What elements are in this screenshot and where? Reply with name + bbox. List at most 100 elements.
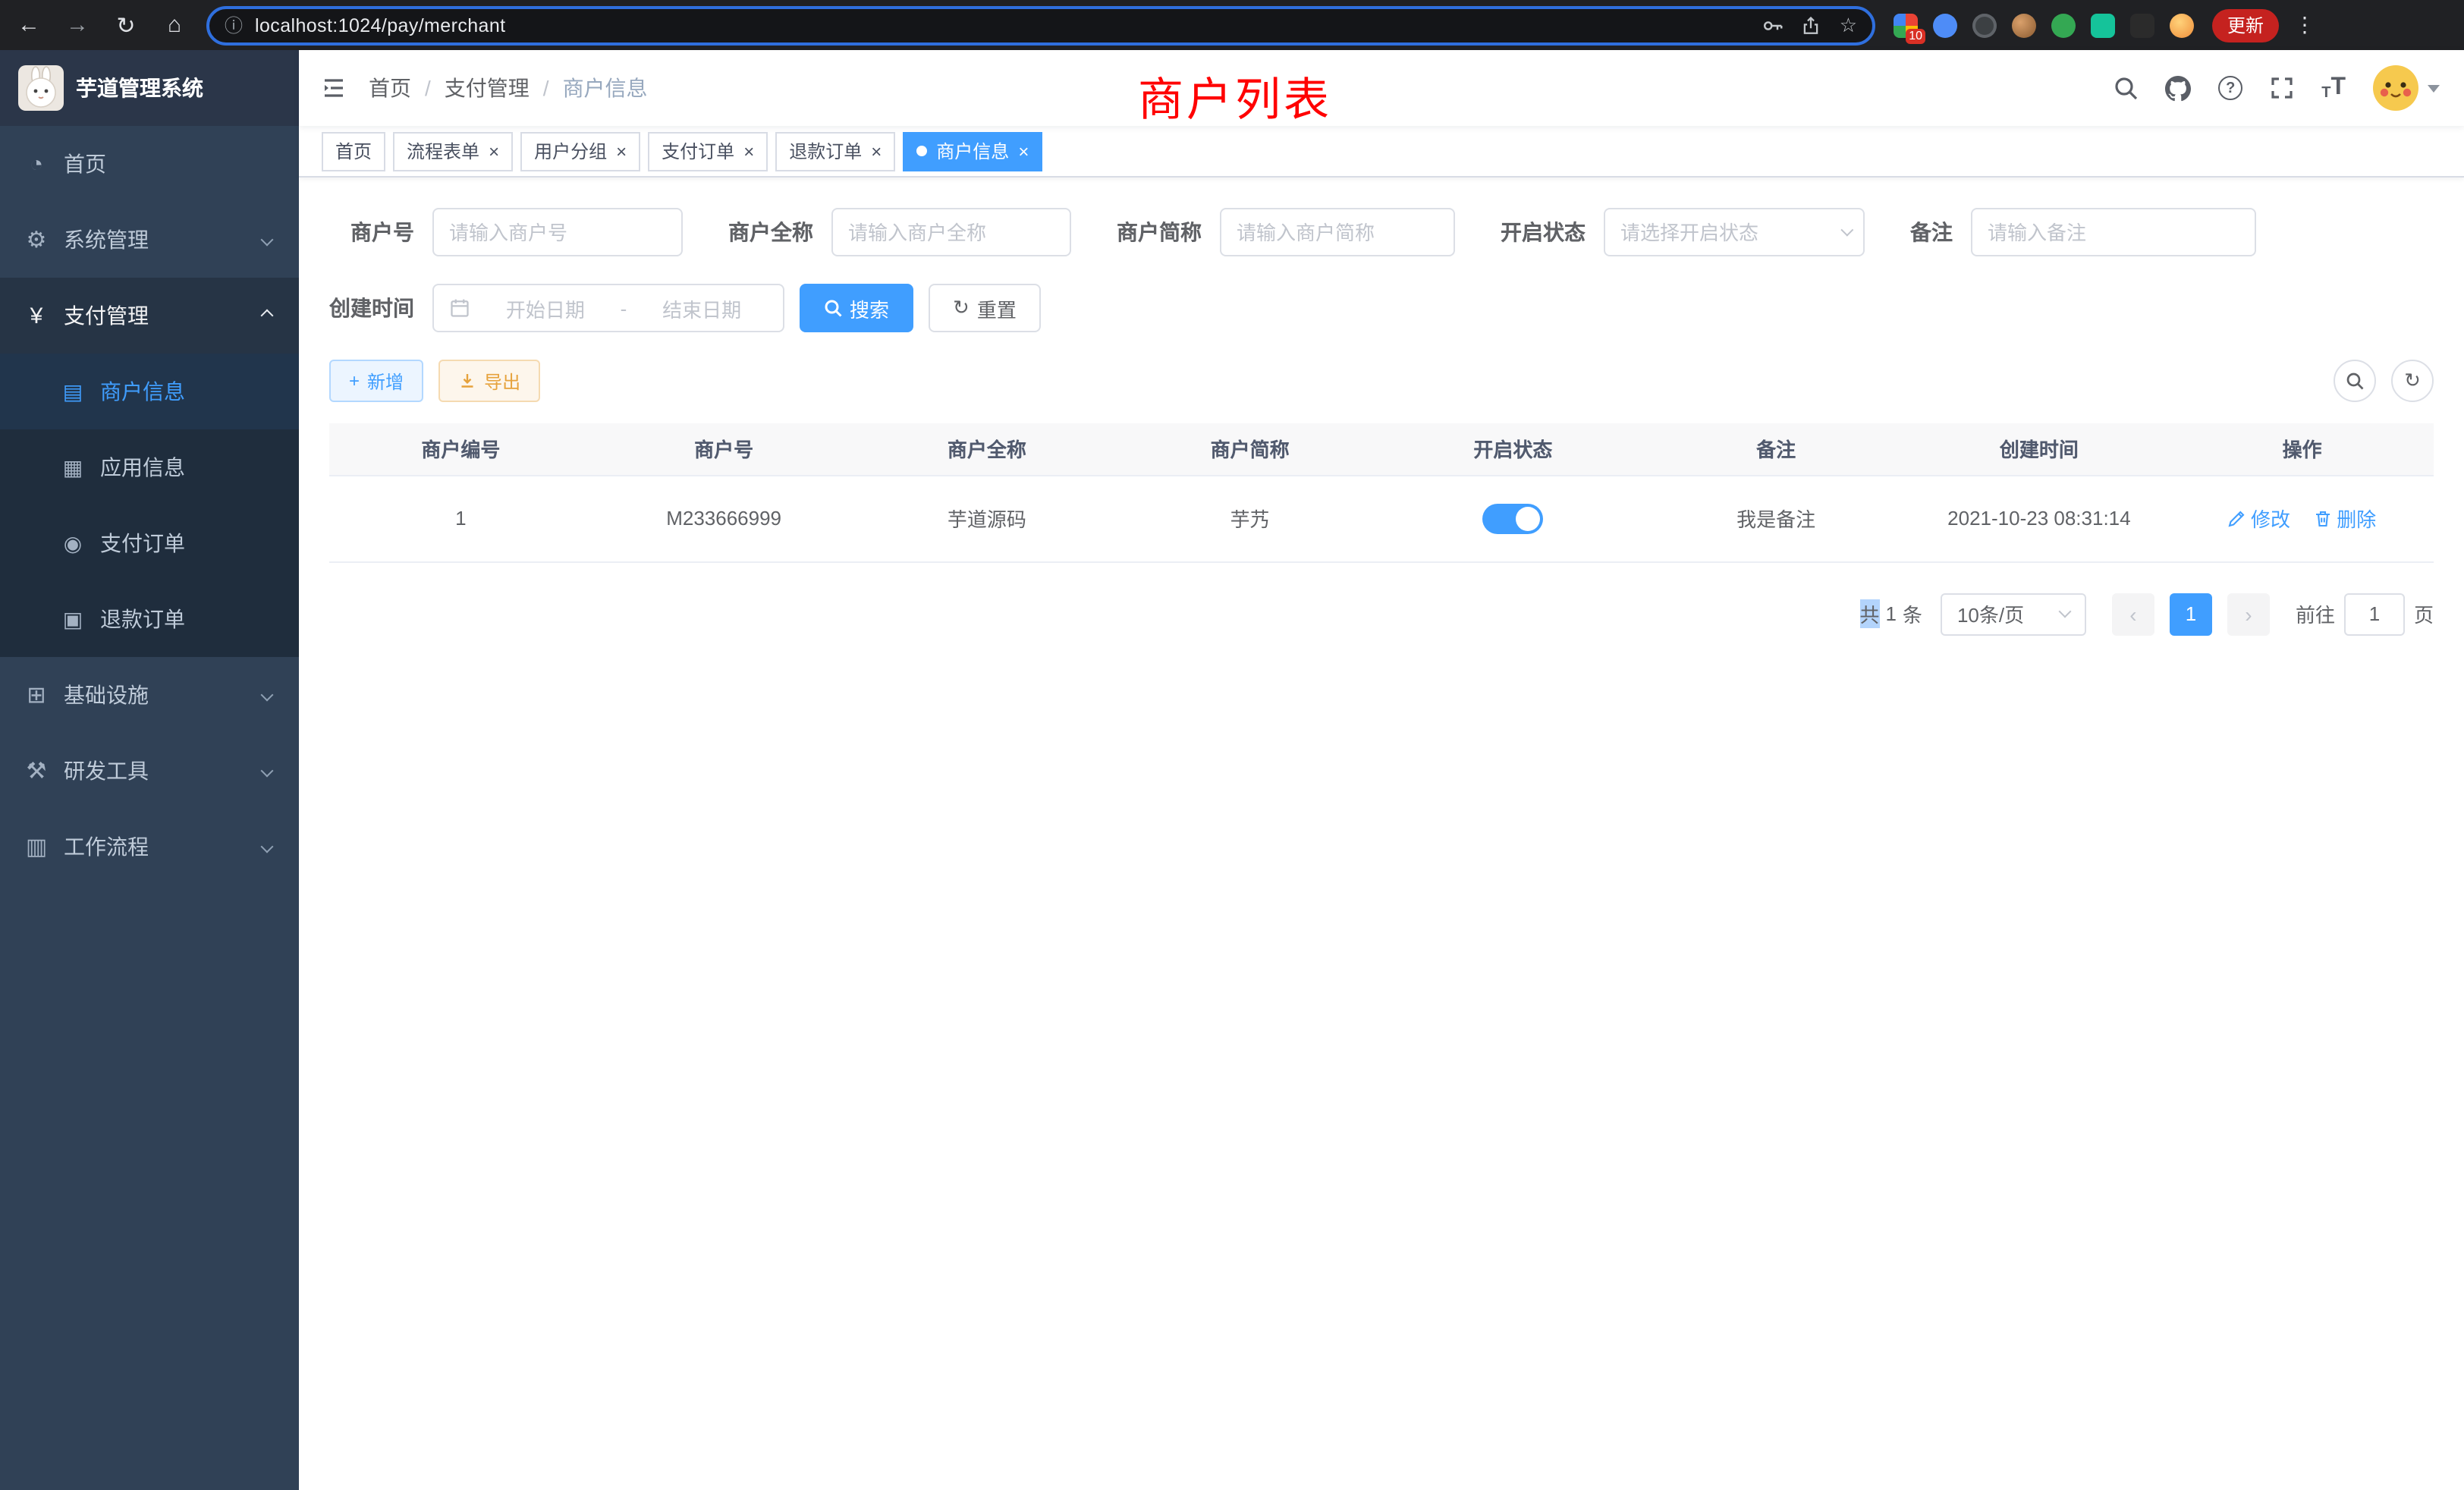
sidebar-item-system[interactable]: ⚙ 系统管理 <box>0 202 299 278</box>
tab-pay-order[interactable]: 支付订单 × <box>648 131 768 171</box>
extension-icon[interactable] <box>2130 13 2154 37</box>
tab-home[interactable]: 首页 <box>322 131 385 171</box>
tab-refund-order[interactable]: 退款订单 × <box>775 131 895 171</box>
help-icon[interactable] <box>2218 76 2242 100</box>
address-bar[interactable]: ⓘ localhost:1024/pay/merchant ☆ <box>206 5 1875 45</box>
search-icon <box>2346 372 2364 390</box>
extension-icon[interactable] <box>2170 13 2194 37</box>
chevron-up-icon <box>261 310 274 322</box>
site-info-icon[interactable]: ⓘ <box>225 12 243 38</box>
sidebar-item-payment[interactable]: ¥ 支付管理 <box>0 278 299 354</box>
extension-icon[interactable] <box>1933 13 1957 37</box>
close-icon[interactable]: × <box>868 140 882 162</box>
sidebar-item-app-info[interactable]: ▦ 应用信息 <box>0 429 299 505</box>
breadcrumb-home[interactable]: 首页 <box>369 73 411 103</box>
refresh-table-button[interactable]: ↻ <box>2391 360 2434 402</box>
search-icon[interactable] <box>2114 76 2138 100</box>
extension-icon[interactable]: 10 <box>1894 13 1918 37</box>
full-name-input[interactable] <box>831 208 1071 256</box>
status-toggle[interactable] <box>1482 503 1543 533</box>
extension-icon[interactable] <box>2012 13 2036 37</box>
prev-page-button[interactable]: ‹ <box>2112 593 2154 635</box>
user-avatar[interactable] <box>2373 65 2440 111</box>
export-button[interactable]: 导出 <box>438 360 540 402</box>
edit-button[interactable]: 修改 <box>2228 504 2290 533</box>
calendar-icon <box>449 297 470 319</box>
sidebar-item-label: 商户信息 <box>100 376 185 407</box>
breadcrumb-payment[interactable]: 支付管理 <box>445 73 530 103</box>
extension-badge: 10 <box>1906 28 1925 43</box>
next-page-button[interactable]: › <box>2227 593 2270 635</box>
fullscreen-icon[interactable] <box>2270 76 2294 100</box>
payment-submenu: ▤ 商户信息 ▦ 应用信息 ◉ 支付订单 ▣ 退款订单 <box>0 354 299 657</box>
forward-icon[interactable]: → <box>64 12 91 38</box>
close-icon[interactable]: × <box>613 140 627 162</box>
close-icon[interactable]: × <box>740 140 754 162</box>
hamburger-icon[interactable] <box>299 76 369 100</box>
back-icon[interactable]: ← <box>15 12 42 38</box>
chevron-down-icon <box>261 841 274 853</box>
add-button[interactable]: + 新增 <box>329 360 423 402</box>
col-merchant-index: 商户编号 <box>329 423 592 475</box>
short-name-input[interactable] <box>1220 208 1455 256</box>
filter-row-2: 创建时间 开始日期 - 结束日期 搜索 <box>329 284 2434 332</box>
order-icon: ◉ <box>58 530 88 556</box>
sidebar-item-refund-order[interactable]: ▣ 退款订单 <box>0 581 299 657</box>
merchant-no-input[interactable] <box>432 208 683 256</box>
chevron-down-icon <box>2428 84 2440 92</box>
tab-label: 退款订单 <box>789 138 862 164</box>
share-icon[interactable] <box>1802 14 1821 36</box>
browser-menu-icon[interactable]: ⋮ <box>2294 12 2315 38</box>
tab-merchant-info[interactable]: 商户信息 × <box>903 131 1042 171</box>
password-key-icon[interactable] <box>1762 14 1784 36</box>
page-content: 商户号 商户全称 商户简称 开启状态 <box>299 178 2464 1490</box>
sidebar-item-home[interactable]: ◔ 首页 <box>0 126 299 202</box>
sidebar-item-dev-tools[interactable]: ⚒ 研发工具 <box>0 733 299 809</box>
remark-input[interactable] <box>1971 208 2256 256</box>
url-text[interactable]: localhost:1024/pay/merchant <box>255 14 1762 36</box>
start-date-placeholder[interactable]: 开始日期 <box>479 294 611 322</box>
goto-page-input[interactable] <box>2344 593 2405 635</box>
bookmark-star-icon[interactable]: ☆ <box>1840 13 1857 37</box>
browser-update-button[interactable]: 更新 <box>2212 8 2279 42</box>
tab-user-group[interactable]: 用户分组 × <box>520 131 640 171</box>
end-date-placeholder[interactable]: 结束日期 <box>636 294 768 322</box>
total-prefix: 共 <box>1859 599 1879 628</box>
breadcrumb-separator: / <box>425 76 431 100</box>
page-1-button[interactable]: 1 <box>2170 593 2212 635</box>
reset-button[interactable]: ↻ 重置 <box>929 284 1041 332</box>
logo-avatar <box>18 65 64 111</box>
search-button[interactable]: 搜索 <box>800 284 913 332</box>
screen: ← → ↻ ⌂ ⓘ localhost:1024/pay/merchant ☆ … <box>0 0 2464 1490</box>
extension-icon[interactable] <box>2091 13 2115 37</box>
sidebar-item-infrastructure[interactable]: ⊞ 基础设施 <box>0 657 299 733</box>
tab-label: 用户分组 <box>534 138 607 164</box>
github-icon[interactable] <box>2165 75 2191 101</box>
col-full-name: 商户全称 <box>856 423 1119 475</box>
sidebar-item-merchant-info[interactable]: ▤ 商户信息 <box>0 354 299 429</box>
sidebar-item-label: 首页 <box>64 149 106 179</box>
status-label: 开启状态 <box>1501 217 1604 247</box>
extension-icon[interactable] <box>1972 13 1997 37</box>
sidebar-item-pay-order[interactable]: ◉ 支付订单 <box>0 505 299 581</box>
toggle-search-button[interactable] <box>2334 360 2376 402</box>
close-icon[interactable]: × <box>486 140 499 162</box>
refresh-icon: ↻ <box>2404 369 2421 393</box>
extension-icon[interactable] <box>2051 13 2076 37</box>
close-icon[interactable]: × <box>1015 140 1029 162</box>
font-size-icon[interactable] <box>2321 74 2346 102</box>
page-size-select[interactable]: 10条/页 <box>1941 593 2086 635</box>
col-merchant-no: 商户号 <box>592 423 856 475</box>
tab-process-form[interactable]: 流程表单 × <box>393 131 513 171</box>
delete-button[interactable]: 删除 <box>2314 504 2376 533</box>
sidebar-logo[interactable]: 芋道管理系统 <box>0 50 299 126</box>
home-icon[interactable]: ⌂ <box>161 12 188 38</box>
status-select[interactable] <box>1604 208 1865 256</box>
sidebar-item-workflow[interactable]: ▥ 工作流程 <box>0 809 299 885</box>
add-button-label: 新增 <box>367 368 404 394</box>
cell-short-name: 芋艿 <box>1118 475 1381 561</box>
sidebar-item-label: 退款订单 <box>100 604 185 634</box>
breadcrumb: 首页 / 支付管理 / 商户信息 <box>369 73 648 103</box>
reload-icon[interactable]: ↻ <box>112 11 140 39</box>
create-time-range-picker[interactable]: 开始日期 - 结束日期 <box>432 284 784 332</box>
